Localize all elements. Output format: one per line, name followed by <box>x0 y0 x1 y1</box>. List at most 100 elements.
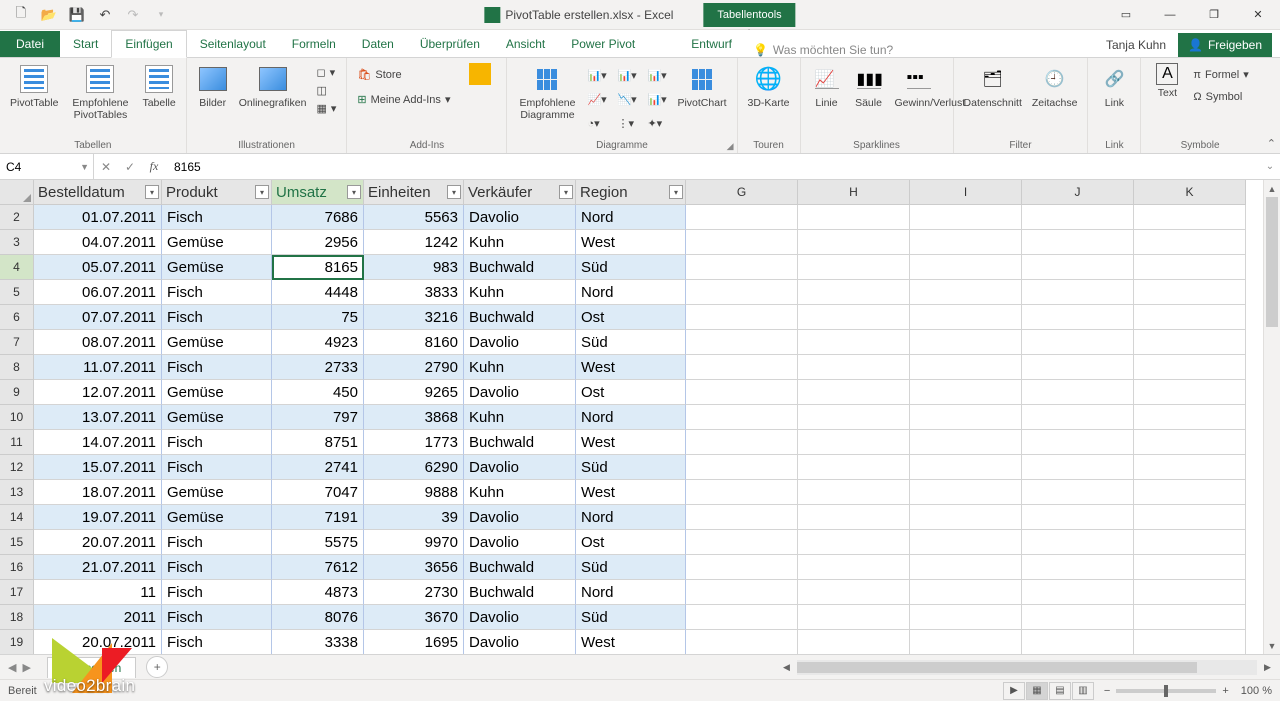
cell[interactable]: 3868 <box>364 405 464 430</box>
cell-empty[interactable] <box>1134 530 1246 555</box>
cell[interactable]: 20.07.2011 <box>34 530 162 555</box>
cell[interactable]: 7612 <box>272 555 364 580</box>
filter-icon[interactable]: ▾ <box>145 185 159 199</box>
cell[interactable]: 8165 <box>272 255 364 280</box>
cell[interactable]: Fisch <box>162 530 272 555</box>
cell[interactable]: 2956 <box>272 230 364 255</box>
line-chart-icon[interactable]: 📈▾ <box>583 88 611 110</box>
shapes-button[interactable]: ◻▾ <box>312 64 340 81</box>
pivotchart-button[interactable]: PivotChart <box>673 60 730 111</box>
formula-input[interactable]: 8165 <box>166 154 1260 179</box>
cell-empty[interactable] <box>1134 580 1246 605</box>
cell-empty[interactable] <box>1022 305 1134 330</box>
tab-daten[interactable]: Daten <box>349 31 407 57</box>
cell[interactable]: Fisch <box>162 630 272 654</box>
row-header[interactable]: 8 <box>0 355 34 380</box>
my-addins-button[interactable]: ⊞Meine Add-Ins ▾ <box>353 91 454 108</box>
cell-empty[interactable] <box>798 555 910 580</box>
row-header[interactable]: 18 <box>0 605 34 630</box>
fx-icon[interactable]: fx <box>142 159 166 174</box>
tab-ansicht[interactable]: Ansicht <box>493 31 558 57</box>
cell-empty[interactable] <box>1134 355 1246 380</box>
cell-empty[interactable] <box>686 530 798 555</box>
cell-empty[interactable] <box>1134 630 1246 654</box>
column-header-J[interactable]: J <box>1022 180 1134 205</box>
cell[interactable]: Davolio <box>464 605 576 630</box>
cell-empty[interactable] <box>686 480 798 505</box>
cell-empty[interactable] <box>1022 605 1134 630</box>
cell-empty[interactable] <box>1134 430 1246 455</box>
cell[interactable]: Gemüse <box>162 505 272 530</box>
tab-entwurf[interactable]: Entwurf <box>678 31 745 57</box>
zoom-level[interactable]: 100 % <box>1241 685 1272 697</box>
contextual-tab-label[interactable]: Tabellentools ↖ <box>703 3 795 27</box>
cell[interactable]: Gemüse <box>162 330 272 355</box>
cell-empty[interactable] <box>910 255 1022 280</box>
cell-empty[interactable] <box>910 580 1022 605</box>
zoom-in-icon[interactable]: + <box>1222 685 1228 697</box>
filter-icon[interactable]: ▾ <box>347 185 361 199</box>
cell-empty[interactable] <box>1022 630 1134 654</box>
cell[interactable]: Gemüse <box>162 405 272 430</box>
cell[interactable]: Buchwald <box>464 430 576 455</box>
cell-empty[interactable] <box>910 330 1022 355</box>
cell-empty[interactable] <box>798 455 910 480</box>
cell[interactable]: Süd <box>576 255 686 280</box>
cell-empty[interactable] <box>1134 255 1246 280</box>
filter-icon[interactable]: ▾ <box>669 185 683 199</box>
cell-empty[interactable] <box>1134 230 1246 255</box>
cell[interactable]: 5575 <box>272 530 364 555</box>
row-header[interactable]: 6 <box>0 305 34 330</box>
column-header[interactable]: Region▾ <box>576 180 686 205</box>
cell[interactable]: Kuhn <box>464 280 576 305</box>
column-header[interactable]: Verkäufer▾ <box>464 180 576 205</box>
cell-empty[interactable] <box>1022 380 1134 405</box>
filter-icon[interactable]: ▾ <box>447 185 461 199</box>
pictures-button[interactable]: Bilder <box>193 60 233 111</box>
row-header[interactable]: 5 <box>0 280 34 305</box>
row-header[interactable]: 2 <box>0 205 34 230</box>
cell[interactable]: Davolio <box>464 455 576 480</box>
surface-chart-icon[interactable]: ✦▾ <box>643 112 671 134</box>
sheet-nav[interactable]: ◀▶ <box>0 661 39 674</box>
cell[interactable]: 9888 <box>364 480 464 505</box>
cell[interactable]: Buchwald <box>464 580 576 605</box>
cell[interactable]: 1773 <box>364 430 464 455</box>
collapse-ribbon-icon[interactable]: ⌃ <box>1267 137 1276 150</box>
table-button[interactable]: Tabelle <box>138 60 179 111</box>
cell-empty[interactable] <box>1022 480 1134 505</box>
combo-chart-icon[interactable]: 📊▾ <box>643 88 671 110</box>
cell-empty[interactable] <box>1134 405 1246 430</box>
cell[interactable]: Davolio <box>464 205 576 230</box>
vertical-scrollbar[interactable]: ▲ ▼ <box>1263 180 1280 654</box>
save-icon[interactable]: 💾 <box>64 2 90 28</box>
cell-empty[interactable] <box>1134 205 1246 230</box>
cell-empty[interactable] <box>910 280 1022 305</box>
tab-überprüfen[interactable]: Überprüfen <box>407 31 493 57</box>
cell[interactable]: Fisch <box>162 280 272 305</box>
cell-empty[interactable] <box>910 630 1022 654</box>
textbox-button[interactable]: AText <box>1147 60 1187 101</box>
filter-icon[interactable]: ▾ <box>559 185 573 199</box>
cell[interactable]: Fisch <box>162 305 272 330</box>
cell-empty[interactable] <box>910 405 1022 430</box>
cell-empty[interactable] <box>910 380 1022 405</box>
cell-empty[interactable] <box>798 330 910 355</box>
cell[interactable]: Gemüse <box>162 255 272 280</box>
cell-empty[interactable] <box>910 480 1022 505</box>
cell[interactable]: 8076 <box>272 605 364 630</box>
cell-empty[interactable] <box>686 455 798 480</box>
zoom-out-icon[interactable]: − <box>1104 685 1110 697</box>
page-layout-view-icon[interactable]: ▤ <box>1049 682 1071 700</box>
tab-start[interactable]: Start <box>60 31 111 57</box>
cell[interactable]: 7191 <box>272 505 364 530</box>
cell[interactable]: Süd <box>576 555 686 580</box>
timeline-button[interactable]: 🕘Zeitachse <box>1028 60 1082 111</box>
cell[interactable]: 9265 <box>364 380 464 405</box>
cell[interactable]: Gemüse <box>162 380 272 405</box>
cell-empty[interactable] <box>686 305 798 330</box>
symbol-button[interactable]: ΩSymbol <box>1189 89 1252 105</box>
cell[interactable]: Fisch <box>162 355 272 380</box>
cell-empty[interactable] <box>798 605 910 630</box>
cell[interactable]: Kuhn <box>464 230 576 255</box>
